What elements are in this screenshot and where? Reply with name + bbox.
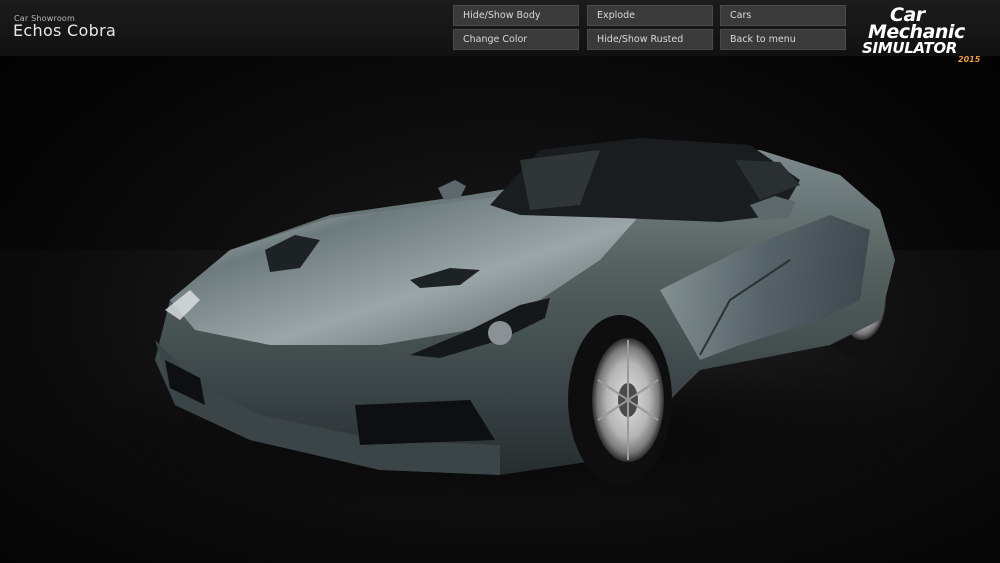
grille-lower [355, 400, 495, 445]
game-logo: Car Mechanic SIMULATOR 2015 [860, 4, 986, 66]
hide-show-rusted-button[interactable]: Hide/Show Rusted [587, 29, 713, 50]
back-to-menu-button[interactable]: Back to menu [720, 29, 846, 50]
headlight-lens [488, 321, 512, 345]
explode-button[interactable]: Explode [587, 5, 713, 26]
hide-show-body-button[interactable]: Hide/Show Body [453, 5, 579, 26]
car-name: Echos Cobra [13, 21, 117, 40]
top-bar: Car Showroom Echos Cobra Hide/Show Body … [0, 0, 1000, 56]
game-viewport[interactable]: Car Showroom Echos Cobra Hide/Show Body … [0, 0, 1000, 563]
change-color-button[interactable]: Change Color [453, 29, 579, 50]
logo-line-simulator: SIMULATOR [862, 39, 958, 57]
cars-button[interactable]: Cars [720, 5, 846, 26]
car-model[interactable] [0, 0, 1000, 563]
front-wheel [568, 315, 672, 485]
logo-year: 2015 [958, 55, 981, 64]
